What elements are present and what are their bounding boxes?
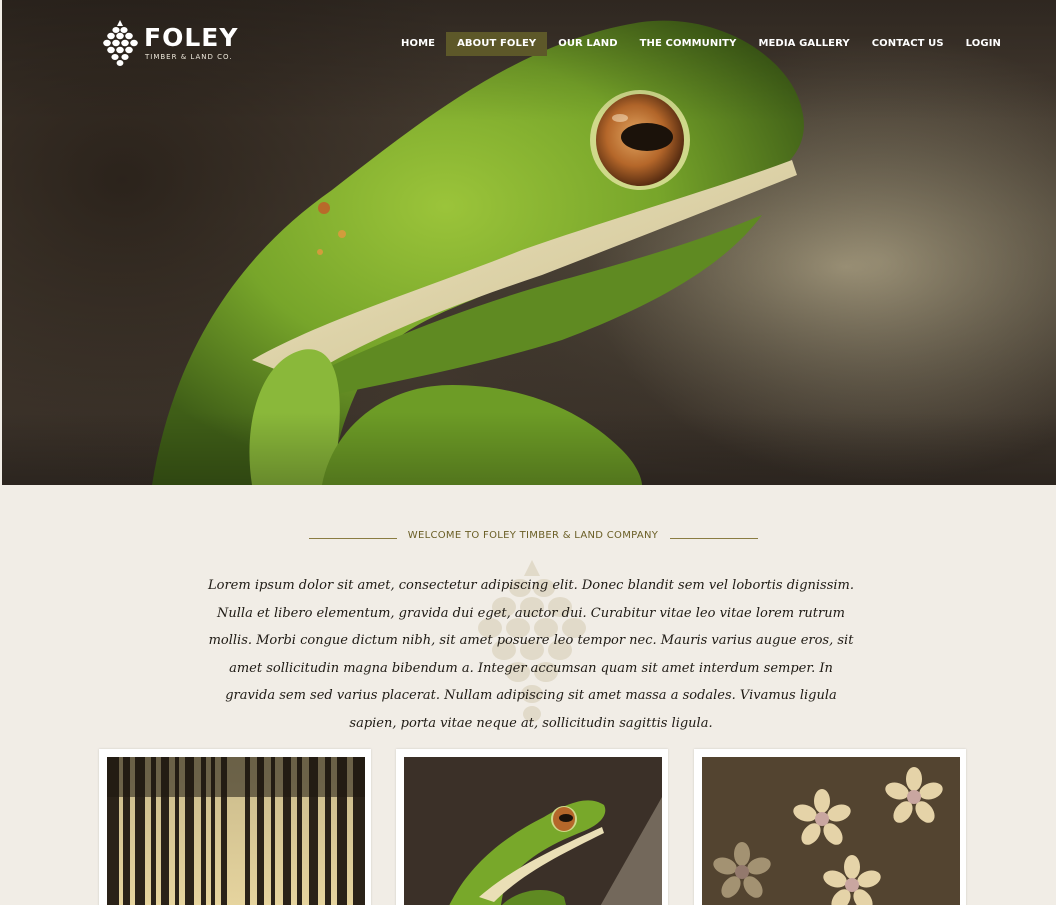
welcome-rule-left [309, 538, 397, 539]
welcome-body-text: Lorem ipsum dolor sit amet, consectetur … [208, 578, 855, 731]
gallery-image-flowers [702, 757, 960, 905]
brand-logo[interactable]: FOLEY TIMBER & LAND CO. [102, 20, 242, 70]
welcome-title: WELCOME TO FOLEY TIMBER & LAND COMPANY [407, 530, 659, 541]
gallery-image-frog [404, 757, 662, 905]
hero-vignette [2, 0, 1056, 485]
welcome-heading: WELCOME TO FOLEY TIMBER & LAND COMPANY [0, 527, 1056, 549]
nav-item-the-community[interactable]: THE COMMUNITY [629, 32, 748, 56]
nav-item-media-gallery[interactable]: MEDIA GALLERY [747, 32, 860, 56]
gallery-image-forest [107, 757, 365, 905]
brand-tagline: TIMBER & LAND CO. [145, 53, 233, 61]
hero-banner [2, 0, 1056, 485]
nav-item-our-land[interactable]: OUR LAND [547, 32, 628, 56]
brand-name: FOLEY [144, 23, 239, 52]
welcome-rule-right [670, 538, 758, 539]
nav-item-about-foley[interactable]: ABOUT FOLEY [446, 32, 548, 56]
gallery-card-frog[interactable] [396, 749, 668, 905]
main-nav: HOME ABOUT FOLEY OUR LAND THE COMMUNITY … [390, 32, 1012, 56]
nav-item-home[interactable]: HOME [390, 32, 446, 56]
nav-item-login[interactable]: LOGIN [955, 32, 1012, 56]
pinecone-icon [103, 20, 138, 66]
gallery-card-forest[interactable] [99, 749, 371, 905]
nav-item-contact-us[interactable]: CONTACT US [861, 32, 955, 56]
gallery-card-flowers[interactable] [694, 749, 966, 905]
